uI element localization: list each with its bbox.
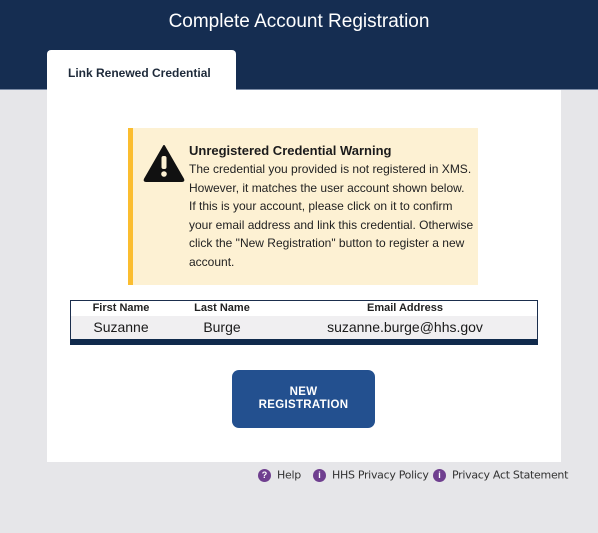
cell-email[interactable]: suzanne.burge@hhs.gov [273,319,537,335]
info-icon: i [313,468,326,482]
page-title: Complete Account Registration [168,11,430,32]
hhs-privacy-policy-label[interactable]: HHS Privacy Policy [332,469,429,482]
help-link[interactable]: ? Help [258,468,301,482]
warning-title: Unregistered Credential Warning [189,143,392,158]
cell-last-name[interactable]: Burge [171,319,273,335]
warning-alert: Unregistered Credential Warning The cred… [128,128,478,285]
privacy-act-statement-label[interactable]: Privacy Act Statement [452,469,568,482]
hhs-privacy-policy-link[interactable]: i HHS Privacy Policy [313,468,429,482]
column-header-last-name: Last Name [194,302,250,314]
privacy-act-statement-link[interactable]: i Privacy Act Statement [433,468,568,482]
help-icon: ? [258,468,271,482]
matching-account-table: First Name Last Name Email Address Suzan… [70,300,538,345]
cell-first-name[interactable]: Suzanne [71,319,171,335]
column-header-email: Email Address [366,302,443,314]
content-card: Unregistered Credential Warning The cred… [47,90,561,462]
column-header-first-name: First Name [92,302,150,314]
warning-triangle-icon [143,145,185,182]
new-registration-label-line1: NEW [289,386,318,398]
new-registration-button[interactable]: NEW REGISTRATION [232,370,375,428]
tab-link-renewed-credential[interactable]: Link Renewed Credential [47,50,236,91]
info-icon: i [433,468,446,482]
new-registration-label-line2: REGISTRATION [258,399,349,411]
warning-message: The credential you provided is not regis… [189,162,474,269]
help-link-label[interactable]: Help [277,469,301,482]
table-row[interactable]: Suzanne Burge suzanne.burge@hhs.gov [71,316,537,339]
table-header: First Name Last Name Email Address [71,301,537,316]
